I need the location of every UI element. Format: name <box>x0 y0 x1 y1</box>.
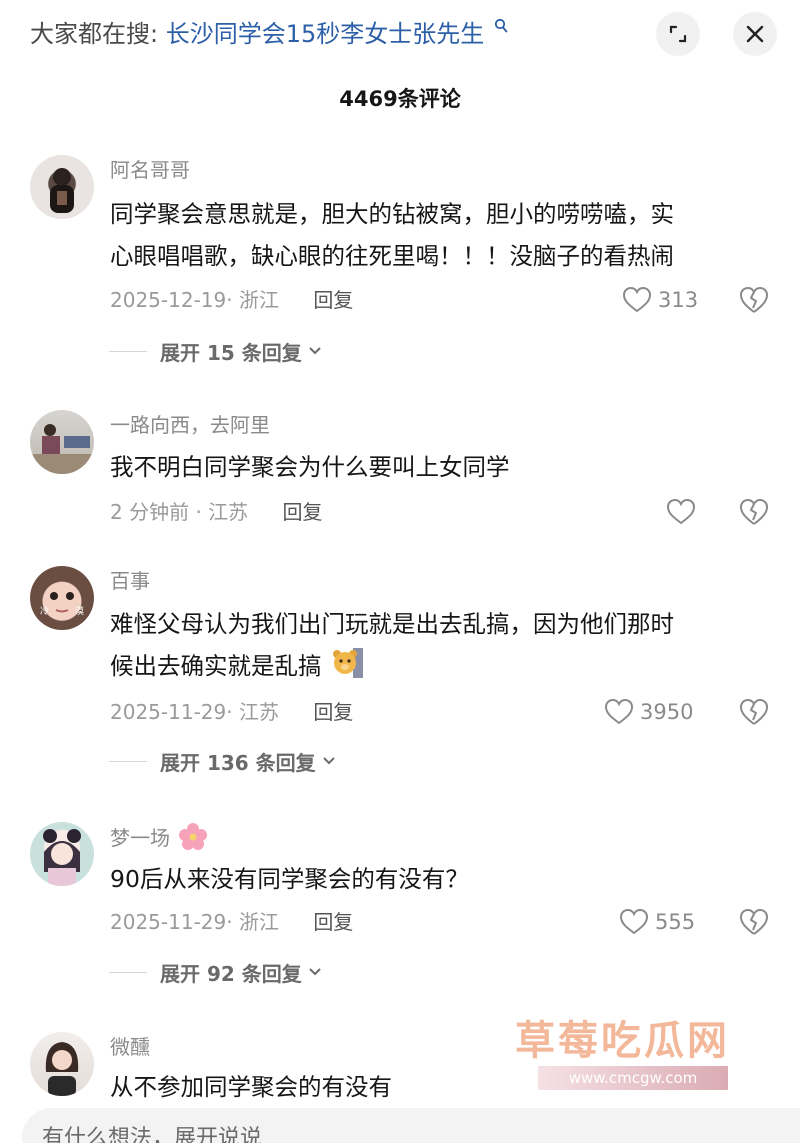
comment-meta: 2 分钟前 · 江苏 回复 <box>110 498 323 526</box>
comment-text: 90后从来没有同学聚会的有没有？ <box>110 858 770 900</box>
avatar-image <box>30 424 94 474</box>
chevron-down-icon <box>309 347 321 355</box>
trending-search-prefix: 大家都在搜: <box>30 20 159 48</box>
avatar[interactable] <box>30 155 94 219</box>
heart-icon <box>619 908 649 935</box>
trending-search[interactable]: 大家都在搜: 长沙同学会15秒李女士张先生 <box>30 18 508 50</box>
avatar[interactable] <box>30 822 94 886</box>
cherry-blossom-icon <box>179 823 208 850</box>
avatar-text: 冷 <box>40 605 49 617</box>
expand-replies-label: 展开 15 条回复 <box>160 340 302 365</box>
avatar-image <box>50 168 74 213</box>
reply-button[interactable]: 回复 <box>313 288 353 312</box>
comment-time-location: 2025-12-19· 浙江 <box>110 288 279 312</box>
like-button[interactable]: 3950 <box>604 696 693 728</box>
comment-time-location: 2025-11-29· 浙江 <box>110 910 279 934</box>
comment-line: 90后从来没有同学聚会的有没有？ <box>110 865 469 893</box>
broken-heart-icon[interactable] <box>738 284 770 316</box>
trending-search-term[interactable]: 长沙同学会15秒李女士张先生 <box>166 20 485 48</box>
chevron-down-icon <box>309 968 321 976</box>
watermark: 草莓吃瓜网 <box>515 1018 730 1064</box>
comment-line: 候出去确实就是乱搞 <box>110 645 770 687</box>
username[interactable]: 梦一场 <box>110 822 208 852</box>
username[interactable]: 百事 <box>110 567 150 595</box>
comment-time-location: 2 分钟前 · 江苏 <box>110 500 249 524</box>
bear-emoji-icon <box>332 648 363 678</box>
username[interactable]: 一路向西，去阿里 <box>110 411 270 439</box>
username-text: 梦一场 <box>110 826 170 850</box>
comment-line: 难怪父母认为我们出门玩就是出去乱搞，因为他们那时 <box>110 610 674 638</box>
like-count: 3950 <box>640 700 694 724</box>
broken-heart-icon[interactable] <box>738 496 770 528</box>
watermark-url: www.cmcgw.com <box>538 1066 728 1090</box>
comment-meta: 2025-11-29· 浙江 回复 <box>110 908 353 936</box>
comment-text: 难怪父母认为我们出门玩就是出去乱搞，因为他们那时 候出去确实就是乱搞 <box>110 603 770 687</box>
chevron-down-icon <box>322 757 335 765</box>
like-button[interactable] <box>666 496 702 528</box>
username[interactable]: 阿名哥哥 <box>110 156 190 184</box>
reply-button[interactable]: 回复 <box>283 500 323 524</box>
avatar[interactable]: 冷 漠 <box>30 566 94 630</box>
close-button[interactable] <box>733 12 777 56</box>
comment-line: 同学聚会意思就是，胆大的钻被窝，胆小的唠唠嗑，实 <box>110 200 674 228</box>
top-bar: 大家都在搜: 长沙同学会15秒李女士张先生 <box>0 0 800 70</box>
avatar[interactable] <box>30 410 94 474</box>
broken-heart-icon[interactable] <box>738 696 770 728</box>
fullscreen-button[interactable] <box>656 12 700 56</box>
comment-input[interactable] <box>22 1108 800 1143</box>
heart-icon <box>622 286 652 313</box>
avatar-image <box>43 829 81 886</box>
comment-time-location: 2025-11-29· 江苏 <box>110 700 279 724</box>
reply-button[interactable]: 回复 <box>313 700 353 724</box>
heart-icon <box>604 698 634 725</box>
expand-replies-label: 展开 92 条回复 <box>160 961 302 986</box>
comment-input-bar[interactable] <box>22 1108 800 1143</box>
expand-replies[interactable]: 展开 92 条回复 <box>109 957 324 987</box>
comment-meta: 2025-12-19· 浙江 回复 <box>110 286 353 314</box>
comment-meta: 2025-11-29· 江苏 回复 <box>110 698 353 726</box>
comment-count: 4469条评论 <box>339 87 461 111</box>
expand-icon <box>669 25 687 43</box>
username[interactable]: 微醺 <box>110 1033 150 1061</box>
like-button[interactable]: 555 <box>619 906 695 938</box>
broken-heart-icon[interactable] <box>738 906 770 938</box>
comment-line: 心眼唱唱歌，缺心眼的往死里喝！！！没脑子的看热闹 <box>110 242 674 270</box>
reply-button[interactable]: 回复 <box>313 910 353 934</box>
like-button[interactable]: 313 <box>622 284 698 316</box>
comment-text: 我不明白同学聚会为什么要叫上女同学 <box>110 446 770 488</box>
avatar-image: 冷 漠 <box>40 592 84 617</box>
search-icon <box>494 18 508 33</box>
heart-icon <box>666 498 696 525</box>
like-count: 555 <box>655 910 696 934</box>
avatar-image <box>45 1042 79 1096</box>
comment-line-text: 候出去确实就是乱搞 <box>110 652 322 680</box>
avatar-text: 漠 <box>75 606 84 617</box>
comment-text: 同学聚会意思就是，胆大的钻被窝，胆小的唠唠嗑，实 心眼唱唱歌，缺心眼的往死里喝！… <box>110 193 770 277</box>
expand-replies-label: 展开 136 条回复 <box>160 750 316 775</box>
avatar[interactable] <box>30 1032 94 1096</box>
expand-replies[interactable]: 展开 136 条回复 <box>109 746 338 776</box>
like-count: 313 <box>658 288 699 312</box>
close-icon <box>746 25 764 43</box>
expand-replies[interactable]: 展开 15 条回复 <box>109 336 324 366</box>
comment-line: 我不明白同学聚会为什么要叫上女同学 <box>110 453 510 481</box>
